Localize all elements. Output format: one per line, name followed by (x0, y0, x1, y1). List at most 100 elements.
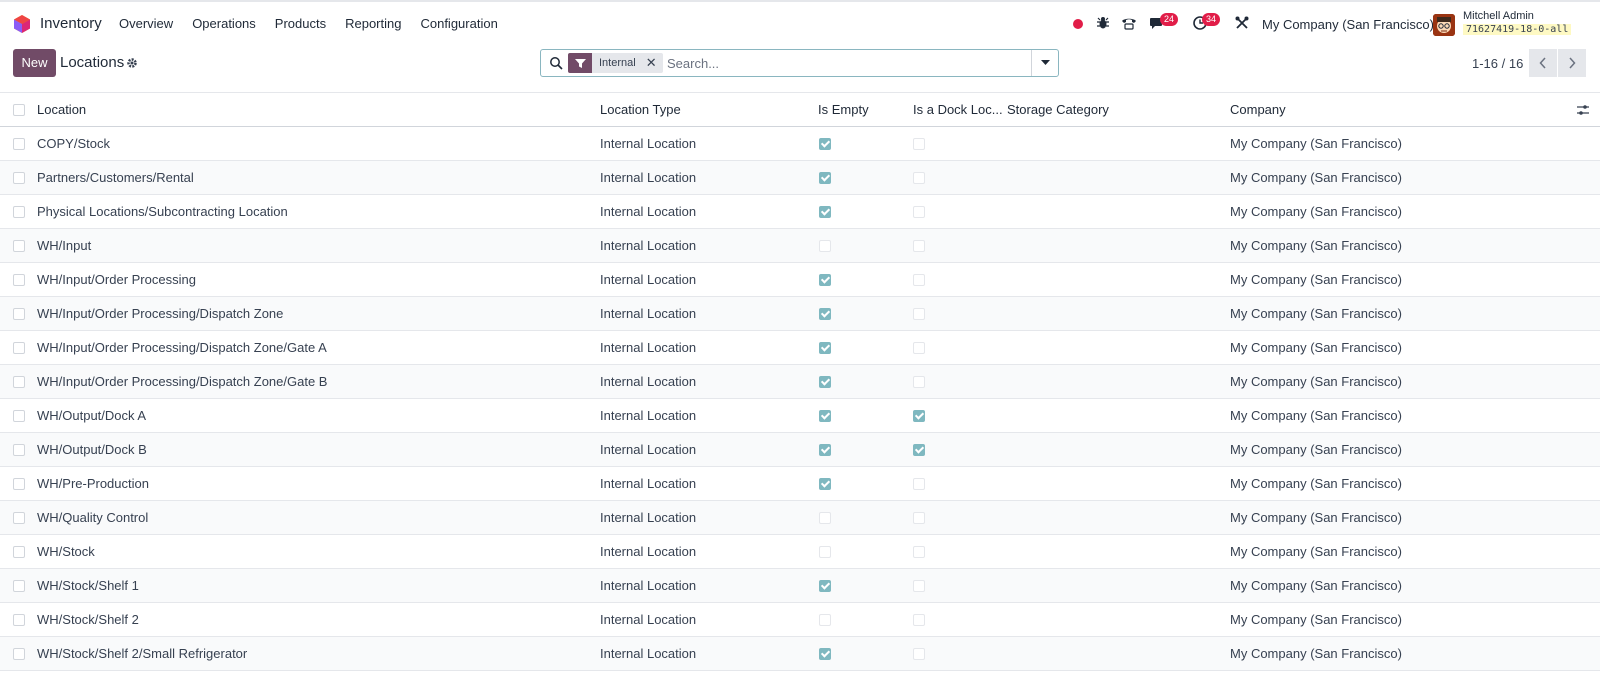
table-row[interactable]: WH/Output/Dock B Internal Location My Comp… (0, 433, 1600, 467)
menu-products[interactable]: Products (275, 16, 326, 31)
row-select-checkbox[interactable] (13, 342, 25, 354)
close-icon[interactable]: ✕ (646, 55, 657, 71)
table-row[interactable]: WH/Quality Control Internal Location My Co… (0, 501, 1600, 535)
is-empty-checkbox (819, 444, 831, 456)
select-all-checkbox[interactable] (13, 104, 25, 116)
is-dock-checkbox (913, 580, 925, 592)
row-select-checkbox[interactable] (13, 478, 25, 490)
is-empty-checkbox (819, 512, 831, 524)
table-row[interactable]: WH/Input/Order Processing/Dispatch Zone/… (0, 365, 1600, 399)
pager-value[interactable]: 1-16 / 16 (1472, 56, 1523, 71)
menu-configuration[interactable]: Configuration (420, 16, 497, 31)
tools-icon[interactable] (1234, 15, 1250, 31)
is-dock-checkbox (913, 648, 925, 660)
phone-icon[interactable] (1121, 15, 1137, 31)
row-select-checkbox[interactable] (13, 410, 25, 422)
column-storage-category[interactable]: Storage Category (1007, 102, 1109, 117)
database-name: 71627419-18-0-all (1463, 24, 1572, 35)
record-icon[interactable] (1073, 19, 1083, 29)
is-dock-checkbox (913, 308, 925, 320)
search-options-toggle[interactable] (1031, 50, 1058, 76)
page-title: Locations (60, 54, 125, 71)
search-input[interactable] (667, 54, 1017, 72)
cell-location-type: Internal Location (600, 340, 697, 355)
row-select-checkbox[interactable] (13, 444, 25, 456)
app-logo-icon[interactable] (12, 14, 32, 34)
row-select-checkbox[interactable] (13, 512, 25, 524)
menu-overview[interactable]: Overview (119, 16, 173, 31)
is-empty-checkbox (819, 478, 831, 490)
pager-next-button[interactable] (1558, 49, 1586, 77)
is-empty-checkbox (819, 580, 831, 592)
cell-location-type: Internal Location (600, 374, 697, 389)
table-row[interactable]: WH/Input/Order Processing/Dispatch Zone/… (0, 331, 1600, 365)
row-select-checkbox[interactable] (13, 206, 25, 218)
row-select-checkbox[interactable] (13, 274, 25, 286)
company-switcher[interactable]: My Company (San Francisco) (1262, 17, 1434, 32)
cell-company: My Company (San Francisco) (1230, 476, 1402, 491)
table-row[interactable]: Partners/Customers/Rental Internal Locati… (0, 161, 1600, 195)
table-row[interactable]: Physical Locations/Subcontracting Locati… (0, 195, 1600, 229)
chevron-left-icon (1539, 57, 1546, 69)
table-row[interactable]: WH/Input Internal Location My Company (San… (0, 229, 1600, 263)
table-row[interactable]: WH/Input/Order Processing Internal Locati… (0, 263, 1600, 297)
cell-location: Physical Locations/Subcontracting Locati… (37, 204, 288, 219)
cell-location-type: Internal Location (600, 510, 697, 525)
row-select-checkbox[interactable] (13, 648, 25, 660)
row-select-checkbox[interactable] (13, 138, 25, 150)
table-row[interactable]: WH/Stock/Shelf 2 Internal Location My Comp… (0, 603, 1600, 637)
is-dock-checkbox (913, 172, 925, 184)
menu-reporting[interactable]: Reporting (345, 16, 401, 31)
table-row[interactable]: COPY/Stock Internal Location My Company (S… (0, 127, 1600, 161)
row-select-checkbox[interactable] (13, 580, 25, 592)
row-select-checkbox[interactable] (13, 546, 25, 558)
is-dock-checkbox (913, 614, 925, 626)
row-select-checkbox[interactable] (13, 172, 25, 184)
cell-company: My Company (San Francisco) (1230, 136, 1402, 151)
row-select-checkbox[interactable] (13, 240, 25, 252)
cell-location-type: Internal Location (600, 612, 697, 627)
is-dock-checkbox (913, 206, 925, 218)
search-bar[interactable]: Internal ✕ (540, 49, 1059, 77)
cell-company: My Company (San Francisco) (1230, 578, 1402, 593)
cell-location: WH/Input/Order Processing (37, 272, 196, 287)
cell-location-type: Internal Location (600, 578, 697, 593)
column-is-dock[interactable]: Is a Dock Loc... (913, 102, 1003, 117)
column-location-type[interactable]: Location Type (600, 102, 681, 117)
user-name[interactable]: Mitchell Admin (1463, 10, 1534, 22)
cell-company: My Company (San Francisco) (1230, 544, 1402, 559)
cell-company: My Company (San Francisco) (1230, 272, 1402, 287)
row-select-checkbox[interactable] (13, 614, 25, 626)
table-row[interactable]: WH/Stock/Shelf 2/Small Refrigerator Inter… (0, 637, 1600, 671)
menu-operations[interactable]: Operations (192, 16, 256, 31)
avatar-image (1433, 14, 1455, 36)
cell-location: WH/Stock (37, 544, 95, 559)
column-company[interactable]: Company (1230, 102, 1286, 117)
table-row[interactable]: WH/Stock/Shelf 1 Internal Location My Comp… (0, 569, 1600, 603)
cell-location: COPY/Stock (37, 136, 110, 151)
table-header: Location Location Type Is Empty Is a Doc… (0, 92, 1600, 127)
messages-badge: 24 (1160, 13, 1178, 26)
pager-previous-button[interactable] (1529, 49, 1557, 77)
avatar[interactable] (1433, 14, 1455, 36)
is-empty-checkbox (819, 376, 831, 388)
column-options-icon[interactable] (1576, 103, 1590, 117)
cell-location: WH/Stock/Shelf 2/Small Refrigerator (37, 646, 248, 661)
row-select-checkbox[interactable] (13, 376, 25, 388)
gear-icon[interactable] (126, 57, 138, 69)
is-dock-checkbox (913, 444, 925, 456)
new-button[interactable]: New (13, 49, 56, 77)
bug-icon[interactable] (1095, 15, 1111, 31)
column-is-empty[interactable]: Is Empty (818, 102, 869, 117)
app-name[interactable]: Inventory (40, 15, 102, 32)
table-row[interactable]: WH/Stock Internal Location My Company (San… (0, 535, 1600, 569)
cell-location-type: Internal Location (600, 272, 697, 287)
is-empty-checkbox (819, 308, 831, 320)
table-row[interactable]: WH/Pre-Production Internal Location My Com… (0, 467, 1600, 501)
cell-location: WH/Input (37, 238, 92, 253)
row-select-checkbox[interactable] (13, 308, 25, 320)
cell-company: My Company (San Francisco) (1230, 510, 1402, 525)
column-location[interactable]: Location (37, 102, 86, 117)
table-row[interactable]: WH/Output/Dock A Internal Location My Comp… (0, 399, 1600, 433)
table-row[interactable]: WH/Input/Order Processing/Dispatch Zone I… (0, 297, 1600, 331)
